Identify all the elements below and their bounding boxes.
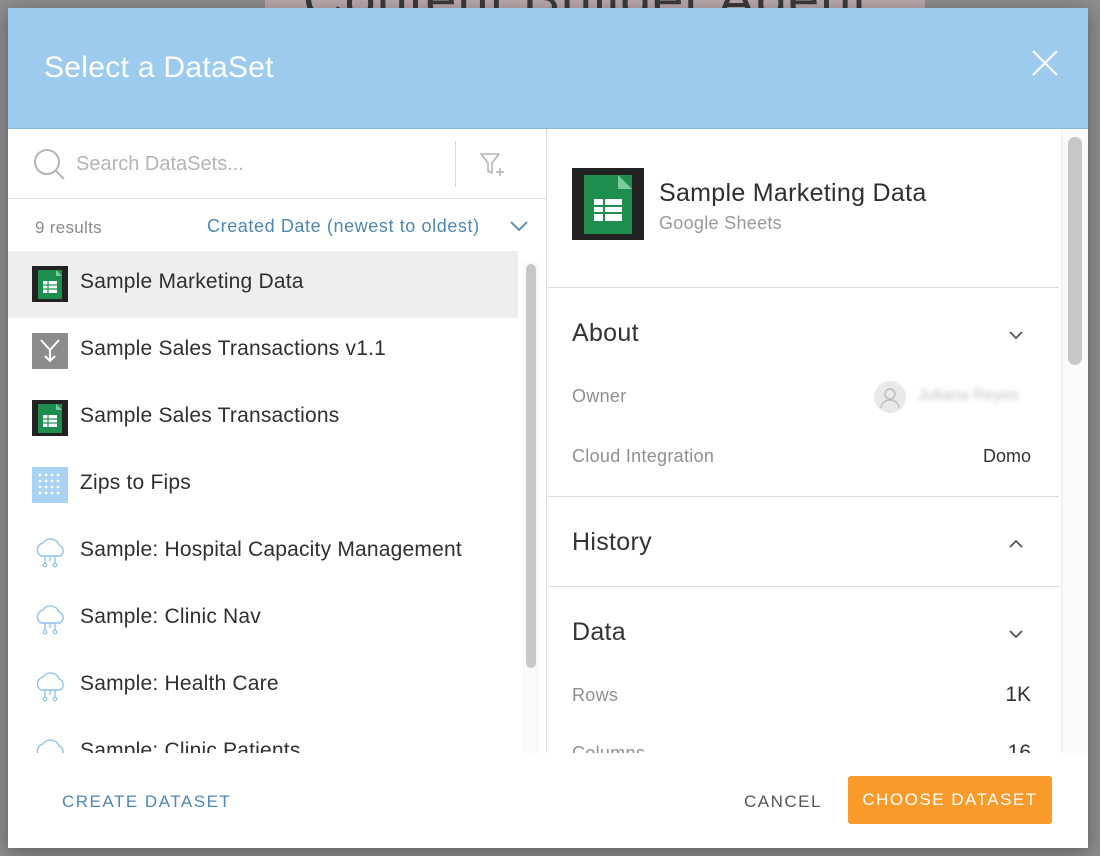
list-item[interactable]: Sample Sales Transactions [8,385,518,452]
list-item[interactable]: Zips to Fips [8,452,518,519]
list-item[interactable]: Sample: Health Care [8,653,518,720]
history-section[interactable]: History [548,497,1059,587]
results-count: 9 results [35,218,102,237]
dataset-detail-header: Sample Marketing Data Google Sheets [548,129,1059,288]
google-sheets-icon [32,400,68,436]
google-sheets-icon [572,168,644,240]
search-icon [34,149,65,180]
list-item[interactable]: Sample: Hospital Capacity Management [8,519,518,586]
cloud-connector-icon [36,739,64,753]
user-icon [880,388,900,409]
chevron-down-icon[interactable] [508,218,530,234]
chevron-up-icon[interactable] [1004,532,1028,556]
list-item[interactable]: Sample Marketing Data [8,251,518,318]
dataset-list: Sample Marketing Data Sample Sales Trans… [8,251,518,753]
cloud-connector-icon [36,605,64,635]
dataset-name: Sample Marketing Data [659,179,927,207]
list-item[interactable]: Sample Sales Transactions v1.1 [8,318,518,385]
create-dataset-button[interactable]: CREATE DATASET [62,792,231,812]
select-dataset-modal: Select a DataSet Search DataSets... 9 re… [8,8,1088,848]
modal-title: Select a DataSet [44,51,274,84]
list-item-label: Zips to Fips [80,471,191,494]
search-input[interactable] [76,147,446,181]
modal-header: Select a DataSet [8,8,1088,129]
list-scrollbar[interactable] [523,262,539,753]
detail-scrollbar[interactable] [1061,129,1088,753]
filter-button[interactable] [478,149,510,181]
google-sheets-icon [32,266,68,302]
dataset-type: Google Sheets [659,213,782,233]
cloud-connector-icon [36,672,64,702]
data-section-title: Data [572,618,627,646]
list-item-label: Sample Sales Transactions v1.1 [80,337,386,360]
list-item[interactable]: Sample: Clinic Nav [8,586,518,653]
cloud-integration-label: Cloud Integration [572,446,715,466]
close-button[interactable] [1028,46,1062,80]
results-toolbar: 9 results Created Date (newest to oldest… [8,199,547,251]
filter-add-icon [480,153,504,176]
owner-label: Owner [572,386,627,406]
list-item[interactable]: Sample: Clinic Patients [8,720,518,753]
cloud-integration-value: Domo [982,446,1031,466]
chevron-down-icon[interactable] [1004,323,1028,347]
list-item-label: Sample: Health Care [80,672,279,695]
close-icon [1032,50,1058,76]
avatar [874,381,906,413]
list-scroll-thumb[interactable] [526,264,536,668]
dataset-detail-pane: Sample Marketing Data Google Sheets Abou… [548,129,1059,753]
sort-dropdown[interactable]: Created Date (newest to oldest) [207,216,480,237]
list-item-label: Sample Sales Transactions [80,404,340,427]
list-item-label: Sample Marketing Data [80,270,304,293]
history-section-title: History [572,528,652,556]
data-section: Data Rows 1K Columns 16 [548,587,1059,753]
choose-dataset-button[interactable]: CHOOSE DATASET [848,776,1052,824]
owner-name[interactable]: Juliana Reyes [918,387,1019,405]
list-item-label: Sample: Clinic Nav [80,605,261,628]
dataflow-icon [32,333,68,369]
rows-value: 1K [1005,683,1031,706]
list-item-label: Sample: Hospital Capacity Management [80,538,462,561]
columns-value: 16 [1007,741,1031,753]
chevron-down-icon[interactable] [1004,622,1028,646]
list-item-label: Sample: Clinic Patients [80,739,301,753]
about-section-title: About [572,319,639,347]
cancel-button[interactable]: CANCEL [744,792,822,812]
modal-footer: CREATE DATASET CANCEL CHOOSE DATASET [8,753,1088,848]
dataset-grid-icon [32,467,68,503]
search-divider [455,141,456,187]
rows-label: Rows [572,685,619,705]
detail-scroll-thumb[interactable] [1068,137,1082,365]
about-section: About Owner Juliana Reyes Cloud Integrat… [548,288,1059,497]
cloud-connector-icon [36,538,64,568]
dataset-list-pane: 9 results Created Date (newest to oldest… [8,129,547,753]
search-bar [8,129,547,199]
columns-label: Columns [572,743,646,753]
